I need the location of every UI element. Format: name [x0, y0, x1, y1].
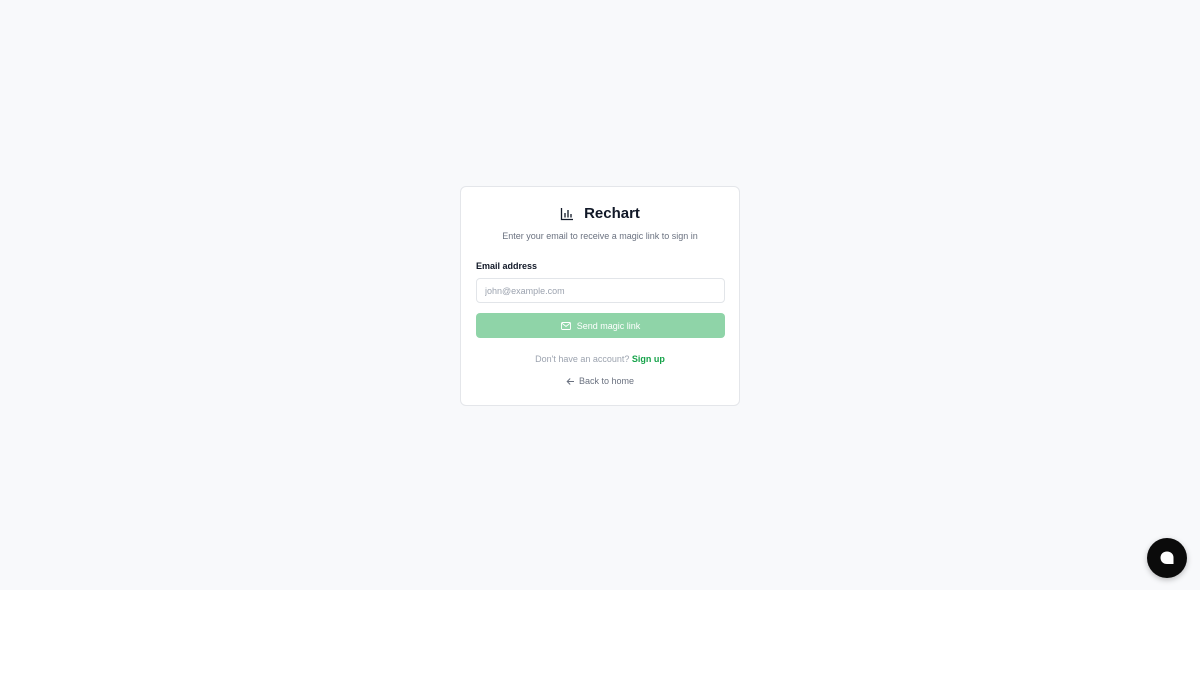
signup-link[interactable]: Sign up	[632, 354, 665, 364]
arrow-left-icon	[566, 377, 574, 385]
login-subtitle: Enter your email to receive a magic link…	[502, 231, 698, 241]
back-link-label: Back to home	[578, 376, 635, 386]
mail-icon	[560, 321, 571, 330]
brand-name: Rechart	[584, 205, 640, 222]
signup-prompt: Don't have an account?	[535, 354, 630, 364]
email-label: Email address	[476, 261, 538, 271]
signup-row: Don't have an account? Sign up	[461, 354, 739, 364]
brand-header: Rechart	[461, 205, 739, 222]
chat-widget-button[interactable]	[1147, 538, 1187, 578]
email-input[interactable]	[476, 278, 725, 303]
login-card: Rechart Enter your email to receive a ma…	[460, 186, 740, 406]
send-button-label: Send magic link	[576, 320, 641, 331]
chat-bubble-icon	[1160, 551, 1174, 564]
bar-chart-icon	[560, 207, 574, 220]
back-to-home-link[interactable]: Back to home	[461, 376, 739, 386]
send-magic-link-button[interactable]: Send magic link	[476, 313, 725, 338]
